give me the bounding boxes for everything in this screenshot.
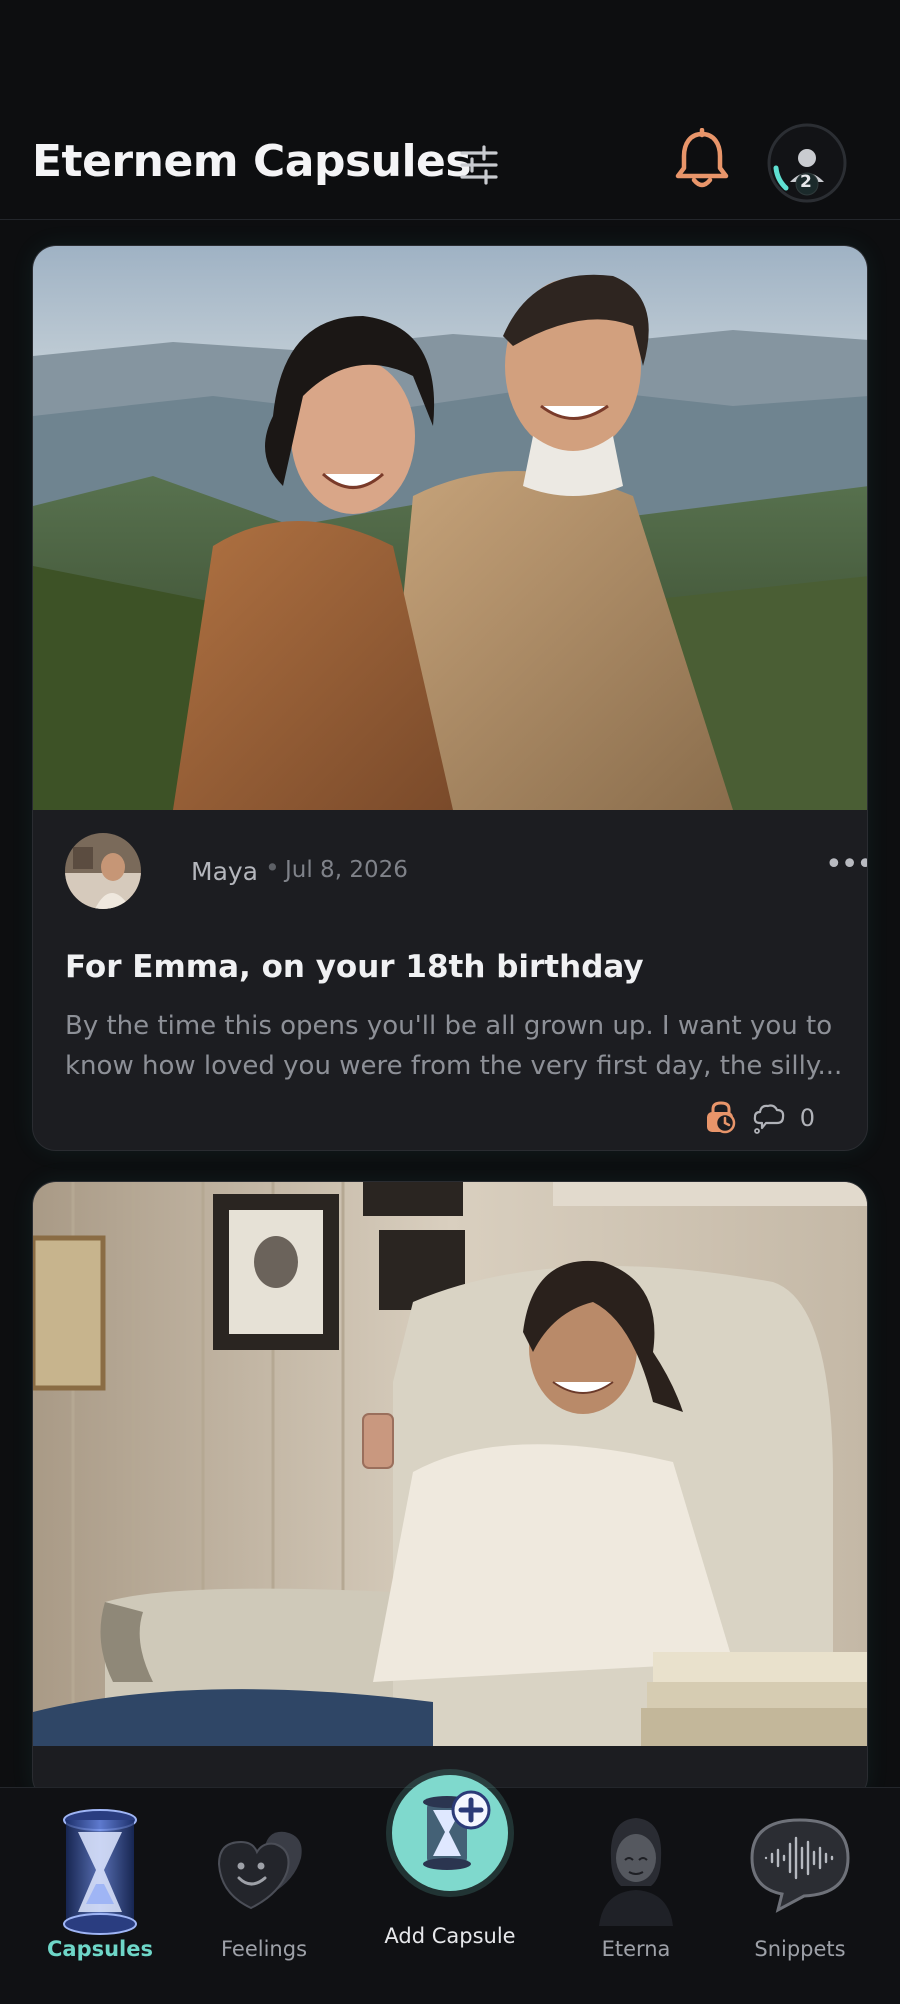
nav-eterna[interactable]: Eterna — [556, 1788, 716, 2004]
capsule-title[interactable]: For Emma, on your 18th birthday — [65, 949, 644, 985]
app-header: Eternem Capsules 2 — [0, 0, 900, 220]
author-avatar-image — [65, 833, 141, 909]
nav-label: Eterna — [601, 1937, 671, 1961]
capsule-footer: 0 — [704, 1100, 815, 1136]
nav-label: Add Capsule — [384, 1924, 516, 1948]
eterna-avatar-icon — [599, 1818, 673, 1926]
filter-button[interactable] — [458, 144, 500, 186]
nav-feelings[interactable]: Feelings — [184, 1788, 344, 2004]
timelock-icon[interactable] — [704, 1101, 738, 1135]
hearts-icon — [217, 1831, 302, 1910]
bell-icon — [675, 127, 729, 188]
bottom-navigation: Capsules Feelings Add Capsule Eterna Sni… — [0, 1769, 900, 2004]
add-capsule-icon — [386, 1769, 514, 1897]
nav-label: Snippets — [754, 1937, 846, 1961]
soundwave-bubble-icon — [750, 1818, 850, 1913]
capsule-date: Jul 8, 2026 — [285, 857, 408, 883]
capsule-card[interactable] — [32, 1181, 868, 1787]
meta-separator: • — [265, 853, 280, 882]
author-name[interactable]: Maya — [191, 857, 258, 886]
nav-label: Feelings — [220, 1937, 308, 1961]
capsule-meta: Maya • Jul 8, 2026 ••• — [65, 833, 867, 909]
capsule-photo[interactable] — [33, 1182, 867, 1746]
add-capsule-button[interactable]: Add Capsule — [370, 1769, 530, 2004]
hourglass-icon — [63, 1809, 137, 1935]
profile-ring-icon — [767, 123, 847, 203]
notifications-button[interactable] — [674, 127, 730, 192]
comment-count: 0 — [799, 1104, 815, 1132]
nav-snippets[interactable]: Snippets — [720, 1788, 880, 2004]
page-title: Eternem Capsules — [32, 136, 472, 187]
capsule-card[interactable]: Maya • Jul 8, 2026 ••• For Emma, on your… — [32, 245, 868, 1151]
notification-badge-count: 2 — [800, 172, 812, 192]
capsule-excerpt[interactable]: By the time this opens you'll be all gro… — [65, 1006, 855, 1086]
couple-mountain-photo — [33, 246, 867, 810]
capsule-photo[interactable] — [33, 246, 867, 810]
comment-cloud-icon[interactable] — [752, 1101, 786, 1135]
sliders-icon — [460, 145, 498, 185]
nav-label: Capsules — [46, 1937, 153, 1961]
capsule-feed[interactable]: Maya • Jul 8, 2026 ••• For Emma, on your… — [0, 221, 900, 1787]
avatar[interactable] — [65, 833, 141, 909]
profile-button[interactable]: 2 — [764, 120, 850, 206]
more-options-button[interactable]: ••• — [825, 850, 867, 885]
nav-capsules[interactable]: Capsules — [20, 1788, 180, 2004]
woman-armchair-photo — [33, 1182, 867, 1746]
